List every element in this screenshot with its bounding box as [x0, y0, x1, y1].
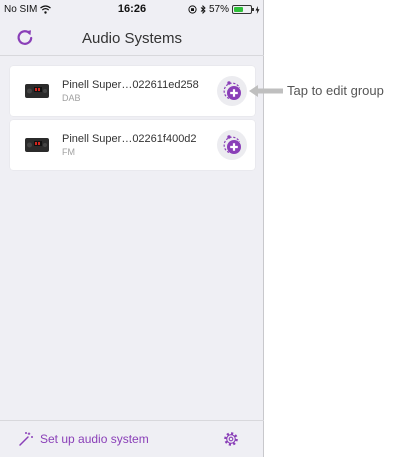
device-card[interactable]: Pinell Super…022611ed258 DAB: [10, 66, 255, 116]
page-title: Audio Systems: [81, 30, 183, 47]
edit-group-button[interactable]: [217, 130, 247, 160]
settings-button[interactable]: [222, 430, 240, 448]
device-band: FM: [62, 147, 75, 157]
add-group-icon: [223, 135, 241, 154]
phone-screen: No SIM 16:26 57% Audio Systems Pinell Su…: [0, 0, 264, 457]
setup-audio-system-button[interactable]: Set up audio system: [18, 431, 149, 447]
gear-icon: [224, 432, 238, 446]
device-name: Pinell Super…02261f400d2: [62, 133, 197, 145]
battery-percent: 57%: [208, 4, 229, 15]
radio-device-icon: [25, 84, 49, 98]
orientation-lock-icon: [188, 5, 197, 14]
setup-label: Set up audio system: [40, 432, 149, 446]
battery-icon: [232, 5, 254, 14]
magic-wand-icon: [19, 432, 33, 446]
callout-arrow: [249, 85, 283, 97]
status-bar: No SIM 16:26 57%: [0, 0, 264, 20]
device-band: DAB: [62, 93, 81, 103]
add-group-icon: [223, 81, 241, 100]
device-name: Pinell Super…022611ed258: [62, 79, 199, 91]
bluetooth-icon: [200, 5, 206, 14]
device-card[interactable]: Pinell Super…02261f400d2 FM: [10, 120, 255, 170]
nav-bar: Audio Systems: [0, 20, 264, 56]
edit-group-button[interactable]: [217, 76, 247, 106]
radio-device-icon: [25, 138, 49, 152]
callout-text: Tap to edit group: [287, 83, 384, 98]
status-right: 57%: [188, 4, 260, 15]
battery-level: [234, 7, 244, 12]
charging-icon: [255, 5, 260, 14]
bottom-toolbar: Set up audio system: [0, 420, 264, 457]
